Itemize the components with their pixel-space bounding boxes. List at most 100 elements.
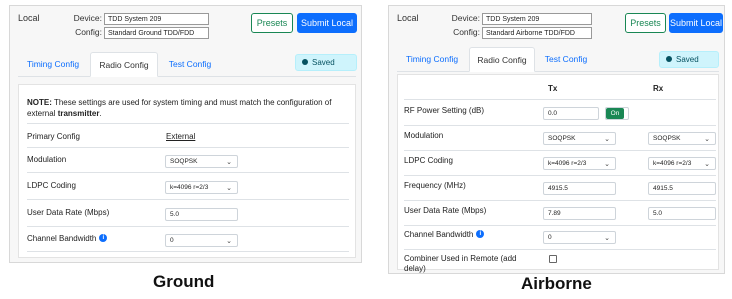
modulation-label: Modulation [27, 155, 67, 164]
tx-modulation-select[interactable]: SOQPSK ⌄ [543, 132, 616, 145]
info-icon[interactable]: i [99, 233, 108, 242]
tab-test-config[interactable]: Test Config [160, 52, 220, 77]
rx-ldpc-select[interactable]: k=4096 r=2/3 ⌄ [648, 157, 716, 170]
note-text: NOTE: These settings are used for system… [27, 97, 352, 119]
local-label: Local [18, 13, 40, 23]
config-field[interactable]: Standard Ground TDD/FDD [104, 27, 209, 39]
ground-panel: Local Device: TDD System 209 Config: Sta… [9, 5, 362, 263]
tab-timing-config[interactable]: Timing Config [18, 52, 88, 77]
chevron-down-icon: ⌄ [226, 238, 232, 245]
combiner-checkbox[interactable] [549, 255, 557, 263]
tab-test-config[interactable]: Test Config [537, 47, 595, 72]
primary-config-label: Primary Config [27, 132, 80, 141]
ldpc-label: LDPC Coding [404, 156, 453, 165]
bandwidth-value: 0 [170, 237, 174, 244]
tx-data-rate-input[interactable]: 7.89 [543, 207, 616, 220]
tx-ldpc-select[interactable]: k=4096 r=2/3 ⌄ [543, 157, 616, 170]
device-field[interactable]: TDD System 209 [482, 13, 592, 25]
ground-caption: Ground [153, 272, 215, 291]
divider [404, 200, 716, 201]
tab-radio-config[interactable]: Radio Config [469, 47, 535, 72]
device-label: Device: [73, 13, 102, 23]
note-bold: transmitter [57, 109, 100, 118]
info-icon [302, 58, 308, 65]
local-label: Local [397, 13, 419, 23]
device-field[interactable]: TDD System 209 [104, 13, 209, 25]
note-prefix: NOTE: [27, 98, 52, 107]
tx-frequency-input[interactable]: 4915.5 [543, 182, 616, 195]
presets-button[interactable]: Presets [625, 13, 666, 33]
divider [404, 225, 716, 226]
divider [404, 150, 716, 151]
config-label: Config: [75, 27, 102, 37]
toggle-on-label: On [606, 108, 624, 119]
divider [404, 249, 716, 250]
radio-config-content: Tx Rx RF Power Setting (dB) 0.0 On Modul… [397, 74, 719, 273]
rx-modulation-value: SOQPSK [653, 135, 681, 142]
chevron-down-icon: ⌄ [704, 136, 710, 143]
divider [404, 175, 716, 176]
chevron-down-icon: ⌄ [604, 235, 610, 242]
rf-power-label: RF Power Setting (dB) [404, 106, 485, 115]
divider [27, 226, 349, 227]
rf-power-toggle[interactable]: On [605, 107, 629, 120]
divider [27, 147, 349, 148]
primary-config-value[interactable]: External [166, 132, 195, 141]
tx-ldpc-value: k=4096 r=2/3 [548, 160, 587, 167]
rx-header: Rx [653, 84, 664, 93]
divider [27, 251, 349, 252]
rx-ldpc-value: k=4096 r=2/3 [653, 160, 692, 167]
submit-local-button[interactable]: Submit Local [669, 13, 723, 33]
data-rate-input[interactable]: 5.0 [165, 208, 238, 221]
bandwidth-select[interactable]: 0 ⌄ [165, 234, 238, 247]
chevron-down-icon: ⌄ [704, 161, 710, 168]
ldpc-value: k=4096 r=2/3 [170, 184, 209, 191]
chevron-down-icon: ⌄ [226, 159, 232, 166]
chevron-down-icon: ⌄ [226, 185, 232, 192]
chevron-down-icon: ⌄ [604, 136, 610, 143]
frequency-label: Frequency (MHz) [404, 181, 466, 190]
presets-button[interactable]: Presets [251, 13, 293, 33]
divider [27, 172, 349, 173]
info-icon [666, 55, 672, 62]
divider [27, 199, 349, 200]
airborne-panel: Local Device: TDD System 209 Config: Sta… [388, 5, 725, 274]
divider [27, 123, 349, 124]
airborne-caption: Airborne [521, 274, 592, 293]
info-icon[interactable]: i [476, 229, 485, 238]
modulation-value: SOQPSK [170, 158, 198, 165]
rx-modulation-select[interactable]: SOQPSK ⌄ [648, 132, 716, 145]
bandwidth-label: Channel Bandwidth i [27, 233, 108, 243]
submit-local-button[interactable]: Submit Local [297, 13, 357, 33]
chevron-down-icon: ⌄ [604, 161, 610, 168]
saved-label: Saved [676, 55, 699, 64]
tx-header: Tx [548, 84, 558, 93]
rx-data-rate-input[interactable]: 5.0 [648, 207, 716, 220]
radio-config-content: NOTE: These settings are used for system… [18, 84, 356, 258]
device-label: Device: [451, 13, 480, 23]
config-field[interactable]: Standard Airborne TDD/FDD [482, 27, 592, 39]
tab-timing-config[interactable]: Timing Config [397, 47, 467, 72]
combiner-label-line2: delay) [404, 264, 426, 273]
saved-label: Saved [312, 58, 335, 67]
bandwidth-label-text: Channel Bandwidth [404, 230, 474, 239]
ldpc-select[interactable]: k=4096 r=2/3 ⌄ [165, 181, 238, 194]
modulation-select[interactable]: SOQPSK ⌄ [165, 155, 238, 168]
saved-status: Saved [295, 54, 357, 71]
bandwidth-select[interactable]: 0 ⌄ [543, 231, 616, 244]
data-rate-label: User Data Rate (Mbps) [27, 208, 110, 217]
modulation-label: Modulation [404, 131, 444, 140]
bandwidth-label-text: Channel Bandwidth [27, 234, 97, 243]
tab-radio-config[interactable]: Radio Config [90, 52, 158, 77]
divider [404, 125, 716, 126]
rx-frequency-input[interactable]: 4915.5 [648, 182, 716, 195]
ldpc-label: LDPC Coding [27, 181, 76, 190]
rf-power-input[interactable]: 0.0 [543, 107, 599, 120]
bandwidth-label: Channel Bandwidth i [404, 229, 485, 239]
bandwidth-value: 0 [548, 234, 552, 241]
divider [404, 99, 716, 100]
combiner-label: Combiner Used in Remote (add delay) [404, 254, 517, 274]
combiner-label-line1: Combiner Used in Remote (add [404, 254, 517, 263]
tx-modulation-value: SOQPSK [548, 135, 576, 142]
saved-status: Saved [659, 51, 719, 68]
